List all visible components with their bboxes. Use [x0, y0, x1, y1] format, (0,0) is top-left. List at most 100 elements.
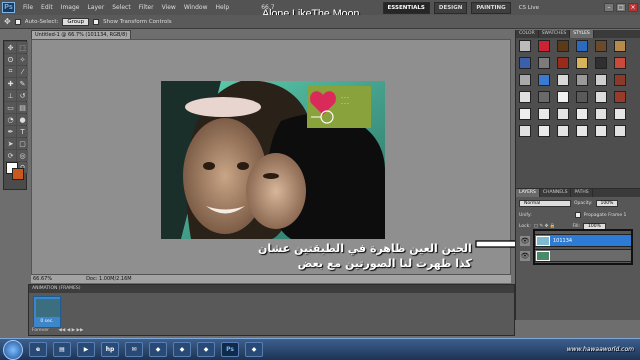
style-swatch[interactable]	[576, 57, 588, 69]
tab-channels[interactable]: CHANNELS	[540, 189, 572, 197]
eye-icon[interactable]: 👁	[520, 236, 530, 246]
ie-icon[interactable]: e	[29, 342, 47, 357]
app-icon[interactable]: ◆	[197, 342, 215, 357]
style-swatch[interactable]	[538, 108, 550, 120]
blend-mode-dropdown[interactable]: Normal	[519, 200, 571, 207]
mail-icon[interactable]: ✉	[125, 342, 143, 357]
style-swatch[interactable]	[614, 40, 626, 52]
tab-styles[interactable]: STYLES	[570, 30, 594, 38]
style-swatch[interactable]	[519, 57, 531, 69]
start-button-icon[interactable]	[3, 339, 23, 360]
app-icon[interactable]: ◆	[149, 342, 167, 357]
style-swatch[interactable]	[519, 91, 531, 103]
auto-select-dropdown[interactable]: Group	[62, 17, 90, 26]
style-swatch[interactable]	[576, 74, 588, 86]
menu-filter[interactable]: Filter	[135, 4, 158, 11]
maximize-icon[interactable]: □	[616, 3, 626, 12]
path-selection-icon[interactable]: ➤	[5, 138, 16, 149]
healing-brush-icon[interactable]: ✚	[5, 78, 16, 89]
menu-file[interactable]: File	[19, 4, 37, 11]
style-swatch[interactable]	[576, 125, 588, 137]
style-swatch[interactable]	[519, 40, 531, 52]
style-swatch[interactable]	[595, 57, 607, 69]
3d-orbit-icon[interactable]: ◎	[17, 150, 28, 161]
menu-help[interactable]: Help	[212, 4, 234, 11]
app-icon[interactable]: ◆	[173, 342, 191, 357]
tab-color[interactable]: COLOR	[516, 30, 539, 38]
style-swatch[interactable]	[595, 74, 607, 86]
animation-frame[interactable]: 0 sec.	[33, 296, 61, 328]
history-brush-icon[interactable]: ↺	[17, 90, 28, 101]
style-swatch[interactable]	[576, 40, 588, 52]
tab-swatches[interactable]: SWATCHES	[539, 30, 571, 38]
eyedropper-icon[interactable]: ⁄	[17, 66, 28, 77]
style-swatch[interactable]	[519, 108, 531, 120]
style-swatch[interactable]	[595, 125, 607, 137]
minimize-icon[interactable]: –	[604, 3, 614, 12]
style-swatch[interactable]	[614, 125, 626, 137]
magic-wand-icon[interactable]: ✧	[17, 54, 28, 65]
3d-rotate-icon[interactable]: ⟳	[5, 150, 16, 161]
playback-controls-icon[interactable]: ◀◀ ◀ ▶ ▶▶	[58, 328, 83, 333]
marquee-tool-icon[interactable]: ⬚	[17, 42, 28, 53]
crop-tool-icon[interactable]: ⌗	[5, 66, 16, 77]
canvas-image[interactable]: ~ ~ ~ ~ ~ ~	[161, 81, 385, 239]
propagate-checkbox[interactable]	[574, 212, 581, 218]
style-swatch[interactable]	[557, 108, 569, 120]
workspace-design[interactable]: DESIGN	[433, 1, 468, 14]
status-doc-size[interactable]: Doc: 1.00M/2.16M	[86, 276, 132, 282]
style-swatch[interactable]	[538, 125, 550, 137]
status-zoom[interactable]: 66.67%	[33, 276, 52, 282]
close-icon[interactable]: ×	[628, 3, 638, 12]
shape-tool-icon[interactable]: ▢	[17, 138, 28, 149]
dodge-tool-icon[interactable]: ●	[17, 114, 28, 125]
style-swatch[interactable]	[576, 108, 588, 120]
gradient-tool-icon[interactable]: ▤	[17, 102, 28, 113]
style-swatch[interactable]	[538, 74, 550, 86]
frame-delay[interactable]: 0 sec.	[34, 319, 60, 324]
style-swatch[interactable]	[557, 74, 569, 86]
clone-stamp-icon[interactable]: ⊥	[5, 90, 16, 101]
transform-controls-checkbox[interactable]	[93, 18, 100, 25]
workspace-painting[interactable]: PAINTING	[471, 1, 511, 14]
cs-live-button[interactable]: CS Live	[519, 5, 539, 11]
style-swatch[interactable]	[557, 91, 569, 103]
style-swatch[interactable]	[538, 57, 550, 69]
opacity-input[interactable]: 100%	[595, 200, 619, 207]
style-swatch[interactable]	[557, 125, 569, 137]
eraser-icon[interactable]: ▭	[5, 102, 16, 113]
style-swatch[interactable]	[595, 91, 607, 103]
menu-window[interactable]: Window	[180, 4, 212, 11]
menu-view[interactable]: View	[158, 4, 180, 11]
style-swatch[interactable]	[595, 108, 607, 120]
hp-icon[interactable]: hp	[101, 342, 119, 357]
type-tool-icon[interactable]: T	[17, 126, 28, 137]
lasso-tool-icon[interactable]: ʘ	[5, 54, 16, 65]
style-swatch[interactable]	[557, 57, 569, 69]
style-swatch[interactable]	[614, 91, 626, 103]
style-swatch[interactable]	[595, 40, 607, 52]
style-swatch[interactable]	[538, 40, 550, 52]
move-tool-icon[interactable]: ✥	[5, 42, 16, 53]
style-swatch[interactable]	[576, 91, 588, 103]
photoshop-taskbar-icon[interactable]: Ps	[221, 342, 239, 357]
eye-icon[interactable]: 👁	[520, 251, 530, 261]
menu-layer[interactable]: Layer	[83, 4, 108, 11]
tab-layers[interactable]: LAYERS	[516, 189, 540, 197]
workspace-essentials[interactable]: ESSENTIALS	[382, 1, 430, 14]
style-swatch[interactable]	[519, 74, 531, 86]
style-swatch[interactable]	[538, 91, 550, 103]
tab-paths[interactable]: PATHS	[571, 189, 593, 197]
auto-select-checkbox[interactable]	[14, 18, 21, 25]
style-swatch[interactable]	[614, 108, 626, 120]
brush-tool-icon[interactable]: ✎	[17, 78, 28, 89]
style-swatch[interactable]	[519, 125, 531, 137]
menu-edit[interactable]: Edit	[37, 4, 57, 11]
app-icon[interactable]: ◆	[245, 342, 263, 357]
menu-select[interactable]: Select	[108, 4, 135, 11]
pen-tool-icon[interactable]: ✒	[5, 126, 16, 137]
style-swatch[interactable]	[614, 74, 626, 86]
animation-panel-title[interactable]: ANIMATION (FRAMES)	[29, 285, 514, 293]
document-tab[interactable]: Untitled-1 @ 66.7% (101134, RGB/8)	[31, 30, 131, 39]
menu-image[interactable]: Image	[57, 4, 84, 11]
